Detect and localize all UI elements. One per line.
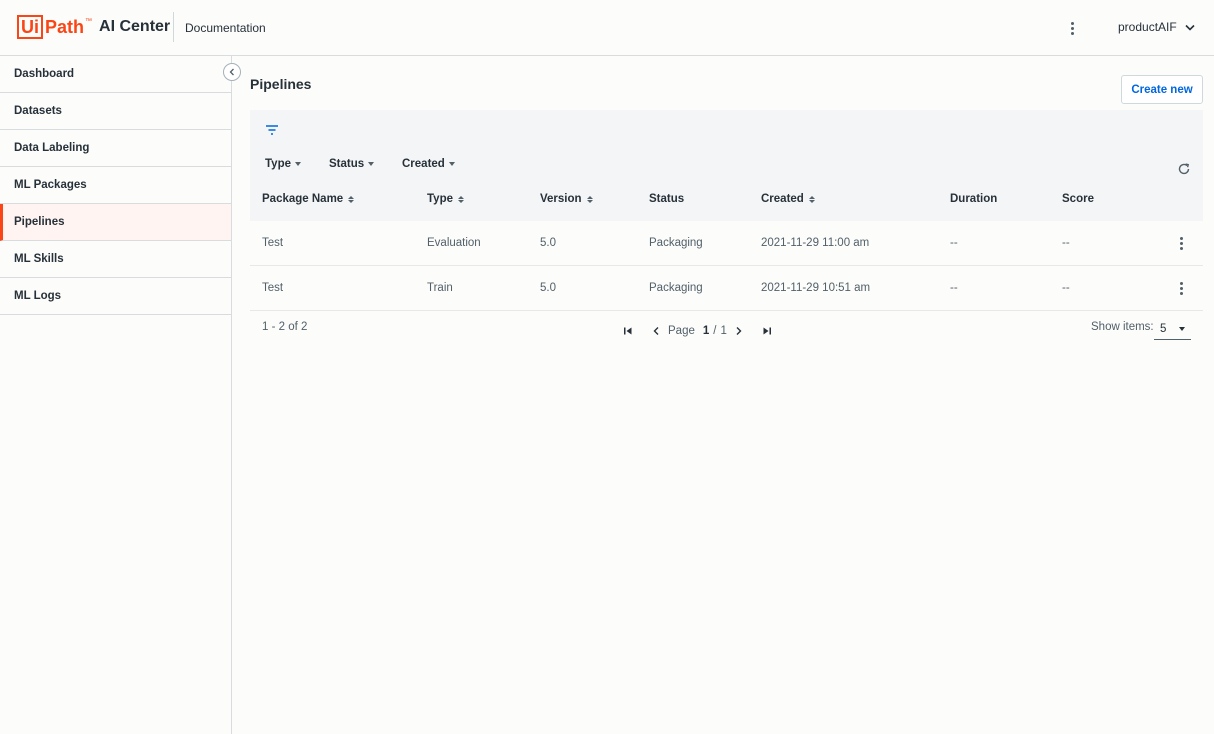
sidebar-item-pipelines[interactable]: Pipelines — [0, 204, 231, 241]
page-separator: / — [713, 325, 717, 337]
cell-created: 2021-11-29 10:51 am — [761, 282, 871, 294]
show-items-label: Show items: — [1091, 321, 1154, 333]
logo-trademark: ™ — [85, 17, 93, 25]
sidebar-item-label: Data Labeling — [14, 142, 90, 154]
sidebar-item-dashboard[interactable]: Dashboard — [0, 56, 231, 93]
page-size-value: 5 — [1160, 322, 1167, 335]
header-divider — [173, 12, 174, 42]
uipath-logo[interactable]: Ui Path ™ AI Center — [17, 15, 170, 39]
column-header-created[interactable]: Created — [761, 193, 815, 205]
pagination-range: 1 - 2 of 2 — [262, 321, 308, 333]
sidebar-item-ml-skills[interactable]: ML Skills — [0, 241, 231, 278]
dropdown-arrow-icon — [448, 162, 455, 166]
logo-ui-mark: Ui — [17, 15, 43, 39]
table-row[interactable]: Test Train 5.0 Packaging 2021-11-29 10:5… — [250, 266, 1203, 311]
next-page-icon[interactable] — [731, 323, 747, 339]
sidebar-item-datasets[interactable]: Datasets — [0, 93, 231, 130]
column-label: Duration — [950, 193, 998, 205]
column-label: Type — [427, 193, 453, 205]
filter-type[interactable]: Type — [265, 158, 301, 170]
app-header: Ui Path ™ AI Center Documentation produc… — [0, 0, 1214, 56]
cell-created: 2021-11-29 11:00 am — [761, 237, 870, 249]
kebab-icon[interactable] — [1064, 17, 1080, 39]
filter-created[interactable]: Created — [402, 158, 455, 170]
documentation-link[interactable]: Documentation — [185, 21, 266, 35]
current-page: 1 — [702, 325, 710, 337]
dropdown-arrow-icon — [368, 162, 375, 166]
page-label: Page — [668, 325, 695, 337]
column-header-version[interactable]: Version — [540, 193, 593, 205]
column-header-duration: Duration — [950, 193, 997, 205]
sidebar-item-label: ML Packages — [14, 179, 87, 191]
sidebar-item-label: ML Logs — [14, 290, 62, 302]
product-name: AI Center — [99, 18, 171, 35]
filter-created-label: Created — [402, 158, 445, 170]
table-header-panel: Type Status Created Package Name Type Ve… — [250, 110, 1203, 221]
refresh-icon[interactable] — [1177, 162, 1191, 176]
sidebar-item-label: Dashboard — [14, 68, 75, 80]
sidebar-item-ml-logs[interactable]: ML Logs — [0, 278, 231, 315]
page-size-select[interactable]: 5 — [1154, 318, 1191, 340]
sidebar-item-label: Datasets — [14, 105, 62, 117]
column-header-score: Score — [1062, 193, 1094, 205]
cell-status: Packaging — [649, 237, 703, 249]
prev-page-icon[interactable] — [648, 323, 664, 339]
column-header-package-name[interactable]: Package Name — [262, 193, 355, 205]
column-label: Status — [649, 193, 685, 205]
filter-type-label: Type — [265, 158, 291, 170]
sidebar-item-label: ML Skills — [14, 253, 64, 265]
row-actions-kebab-icon[interactable] — [1178, 280, 1184, 296]
cell-duration: -- — [950, 282, 958, 294]
cell-version: 5.0 — [540, 237, 556, 249]
cell-package-name: Test — [262, 237, 284, 249]
filter-status[interactable]: Status — [329, 158, 375, 170]
sidebar: Dashboard Datasets Data Labeling ML Pack… — [0, 56, 232, 734]
filter-icon[interactable] — [263, 123, 281, 137]
sidebar-item-label: Pipelines — [14, 216, 65, 228]
dropdown-arrow-icon — [295, 162, 301, 166]
dropdown-arrow-icon — [1179, 326, 1185, 331]
column-header-status: Status — [649, 193, 684, 205]
cell-score: -- — [1062, 237, 1070, 249]
cell-package-name: Test — [262, 282, 284, 294]
collapse-chevron-icon — [229, 68, 234, 76]
last-page-icon[interactable] — [759, 323, 775, 339]
user-menu[interactable]: productAIF — [1118, 20, 1195, 34]
chevron-down-icon — [1185, 24, 1195, 31]
sort-icon — [348, 195, 355, 203]
sort-icon — [808, 195, 815, 203]
page-title: Pipelines — [250, 76, 312, 92]
column-label: Created — [761, 193, 804, 205]
sort-icon — [458, 195, 464, 203]
cell-version: 5.0 — [540, 282, 556, 294]
filter-status-label: Status — [329, 158, 365, 170]
user-name: productAIF — [1118, 20, 1177, 34]
sort-icon — [586, 195, 593, 203]
first-page-icon[interactable] — [620, 323, 636, 339]
sidebar-item-ml-packages[interactable]: ML Packages — [0, 167, 231, 204]
sidebar-item-data-labeling[interactable]: Data Labeling — [0, 130, 231, 167]
column-label: Score — [1062, 193, 1094, 205]
create-new-button[interactable]: Create new — [1121, 75, 1203, 104]
cell-status: Packaging — [649, 282, 703, 294]
cell-type: Train — [427, 282, 453, 294]
sidebar-collapse-button[interactable] — [223, 63, 241, 81]
column-label: Package Name — [262, 193, 344, 205]
cell-duration: -- — [950, 237, 958, 249]
row-actions-kebab-icon[interactable] — [1178, 235, 1184, 251]
column-label: Version — [540, 193, 582, 205]
table-row[interactable]: Test Evaluation 5.0 Packaging 2021-11-29… — [250, 221, 1203, 266]
cell-score: -- — [1062, 282, 1070, 294]
total-pages: 1 — [720, 325, 727, 337]
pagination-controls: Page 1 / 1 — [620, 323, 775, 339]
column-header-type[interactable]: Type — [427, 193, 464, 205]
cell-type: Evaluation — [427, 237, 481, 249]
logo-path-text: Path — [45, 16, 85, 37]
